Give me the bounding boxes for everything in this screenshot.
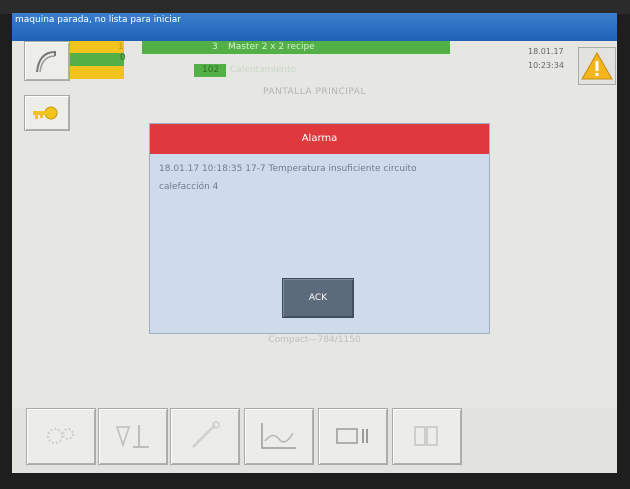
monitor-bezel	[0, 0, 630, 14]
alarm-dialog-title: Alarma	[150, 124, 489, 154]
hmi-screen: maquina parada, no lista para iniciar 1 …	[12, 13, 617, 473]
trend-button[interactable]	[244, 408, 314, 465]
maintenance-button[interactable]	[170, 408, 240, 465]
arc-icon	[36, 50, 56, 73]
row1-index: 3	[212, 42, 218, 52]
alarm-message-line2: calefacción 4	[159, 182, 219, 192]
row2-count: 0	[120, 53, 126, 63]
date-readout: 18.01.17	[528, 47, 564, 56]
row1-recipe: Master 2 x 2 recipe	[228, 42, 315, 52]
tools-icon	[115, 425, 149, 448]
machine-model-label: Compact—784/1150	[268, 335, 361, 345]
row2-yellow-bar	[70, 66, 124, 79]
alarm-message: 18.01.17 10:18:35 17-7 Temperatura insuf…	[159, 160, 479, 196]
alarm-dialog: Alarma 18.01.17 10:18:35 17-7 Temperatur…	[149, 123, 490, 334]
row2-green-bar	[70, 53, 124, 66]
gears-button[interactable]	[26, 408, 96, 465]
gears-icon	[47, 428, 74, 444]
wrench-icon	[192, 421, 220, 448]
row1-count: 1	[118, 42, 124, 52]
time-readout: 10:23:34	[528, 61, 564, 70]
status-bar: maquina parada, no lista para iniciar	[12, 13, 617, 41]
documents-button[interactable]	[392, 408, 462, 465]
alarm-message-line1: 18.01.17 10:18:35 17-7 Temperatura insuf…	[159, 164, 417, 174]
media-icon	[336, 428, 368, 444]
alarm-indicator-button[interactable]	[578, 47, 616, 85]
tools-button[interactable]	[98, 408, 168, 465]
row2-index: 102	[202, 65, 220, 75]
ack-button[interactable]: ACK	[282, 278, 354, 318]
login-key-button[interactable]	[24, 95, 70, 131]
documents-icon	[414, 426, 438, 446]
media-button[interactable]	[318, 408, 388, 465]
page-title: PANTALLA PRINCIPAL	[263, 87, 366, 97]
bottom-toolbar	[12, 408, 617, 473]
home-button[interactable]	[24, 41, 70, 81]
trend-chart-icon	[261, 423, 296, 449]
status-text: maquina parada, no lista para iniciar	[15, 15, 182, 25]
key-icon	[33, 106, 58, 120]
row2-label: Calentamiento	[230, 65, 297, 75]
warning-icon	[581, 51, 613, 80]
